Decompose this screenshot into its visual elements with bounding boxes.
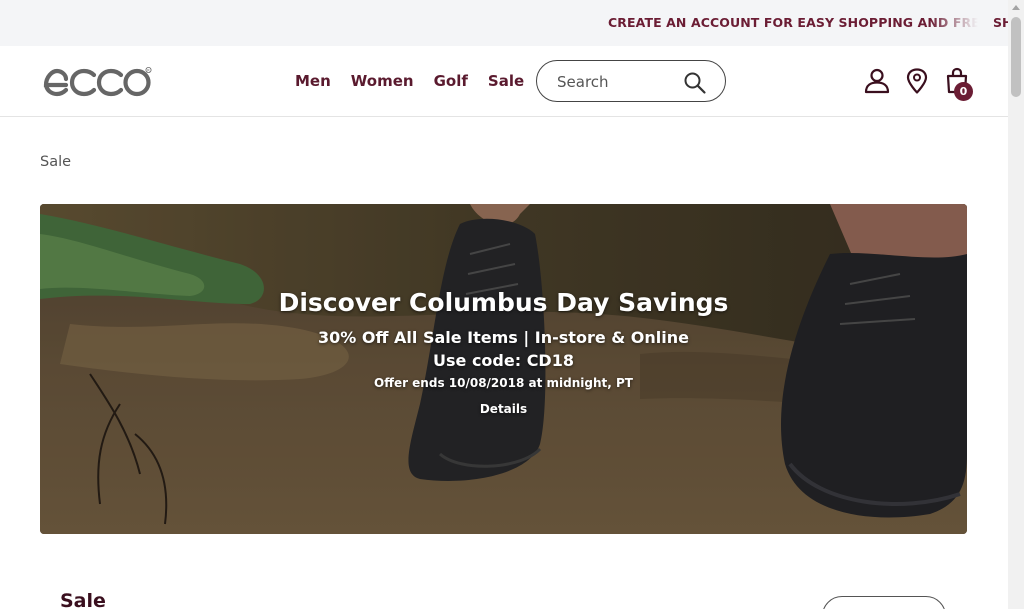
page-viewport: CREATE AN ACCOUNT FOR EASY SHOPPING AND … bbox=[0, 0, 1008, 609]
ecco-logo[interactable]: R bbox=[42, 65, 152, 97]
nav-golf[interactable]: Golf bbox=[434, 72, 468, 90]
filter-button[interactable] bbox=[822, 596, 946, 609]
site-header: R Men Women Golf Sale 0 bbox=[0, 46, 1008, 117]
account-icon[interactable] bbox=[864, 68, 890, 94]
hero-banner[interactable]: Discover Columbus Day Savings 30% Off Al… bbox=[40, 204, 967, 534]
hero-details-link[interactable]: Details bbox=[40, 402, 967, 416]
scroll-up-arrow-icon[interactable] bbox=[1012, 5, 1020, 10]
nav-women[interactable]: Women bbox=[351, 72, 414, 90]
nav-sale[interactable]: Sale bbox=[488, 72, 524, 90]
location-icon[interactable] bbox=[905, 68, 929, 94]
hero-offer-ends: Offer ends 10/08/2018 at midnight, PT bbox=[374, 376, 633, 390]
cart-count-badge[interactable]: 0 bbox=[954, 82, 973, 101]
promo-fade bbox=[930, 0, 990, 46]
hero-text: Discover Columbus Day Savings 30% Off Al… bbox=[40, 288, 967, 416]
promo-bar: CREATE AN ACCOUNT FOR EASY SHOPPING AND … bbox=[0, 0, 1008, 46]
search-box[interactable] bbox=[536, 60, 726, 102]
hero-title: Discover Columbus Day Savings bbox=[278, 288, 729, 317]
section-title: Sale bbox=[60, 590, 106, 609]
hero-promo-code: Use code: CD18 bbox=[433, 351, 574, 370]
scrollbar-thumb[interactable] bbox=[1011, 17, 1021, 97]
nav-men[interactable]: Men bbox=[295, 72, 331, 90]
search-input[interactable] bbox=[557, 72, 677, 92]
main-nav: Men Women Golf Sale bbox=[295, 72, 544, 90]
breadcrumb[interactable]: Sale bbox=[40, 154, 71, 170]
search-icon[interactable] bbox=[683, 71, 707, 95]
vertical-scrollbar[interactable] bbox=[1008, 0, 1024, 609]
svg-text:R: R bbox=[147, 68, 150, 72]
hero-subtitle: 30% Off All Sale Items | In-store & Onli… bbox=[318, 328, 689, 347]
